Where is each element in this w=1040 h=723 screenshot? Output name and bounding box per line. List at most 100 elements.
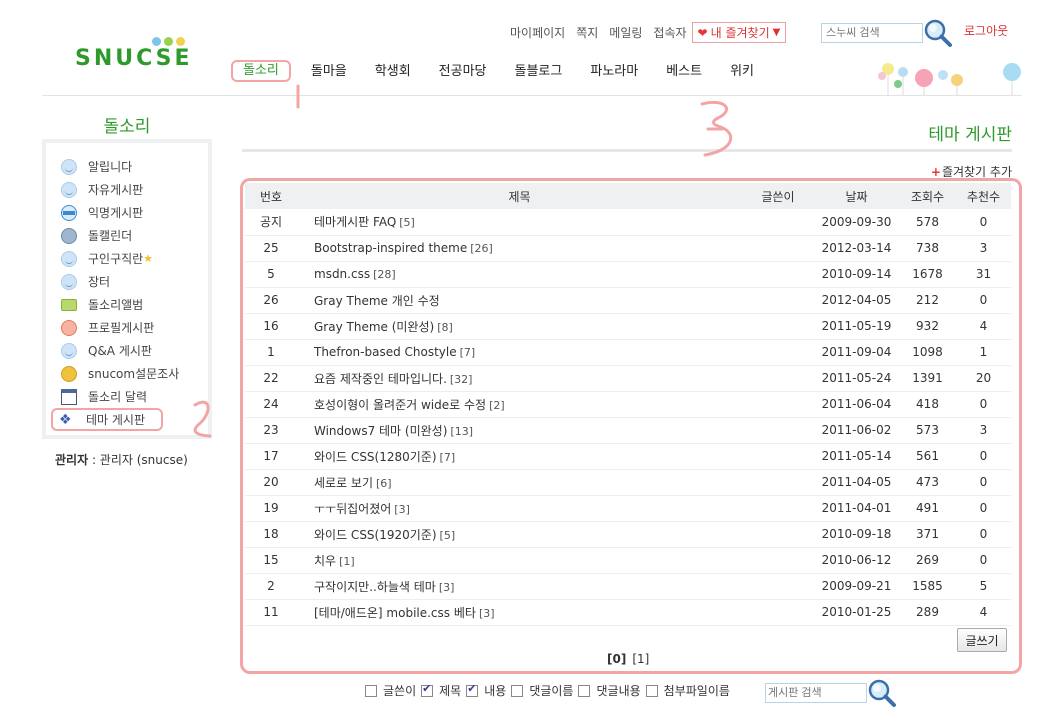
- mailing-link[interactable]: 메일링: [609, 24, 642, 41]
- table-row[interactable]: 22 요즘 제작중인 테마입니다. [32] 2011-05-24 1391 20: [245, 365, 1011, 392]
- post-title-cell[interactable]: 테마게시판 FAQ [5]: [297, 209, 742, 236]
- post-title-cell[interactable]: 와이드 CSS(1920기준) [5]: [297, 521, 742, 548]
- post-title-cell[interactable]: 구작이지만..하늘색 테마 [3]: [297, 573, 742, 600]
- nav-student-council[interactable]: 학생회: [361, 62, 425, 82]
- post-author[interactable]: [742, 391, 814, 418]
- post-title-cell[interactable]: 호성이형이 올려준거 wide로 수정 [2]: [297, 391, 742, 418]
- post-title-cell[interactable]: Gray Theme (미완성) [8]: [297, 313, 742, 340]
- table-row[interactable]: 1 Thefron-based Chostyle [7] 2011-09-04 1098…: [245, 339, 1011, 366]
- message-link[interactable]: 쪽지: [576, 24, 598, 41]
- online-users-link[interactable]: 접속자: [653, 24, 686, 41]
- post-author[interactable]: [742, 235, 814, 262]
- nav-wiki[interactable]: 위키: [716, 62, 768, 82]
- table-row[interactable]: 공지 테마게시판 FAQ [5] 2009-09-30 578 0: [245, 209, 1011, 236]
- sidebar-item-dolsori-calendar[interactable]: 돌소리 달력: [61, 385, 208, 408]
- post-author[interactable]: [742, 521, 814, 548]
- mypage-link[interactable]: 마이페이지: [510, 24, 565, 41]
- post-title-cell[interactable]: 세로로 보기 [6]: [297, 469, 742, 496]
- post-title-cell[interactable]: ㅜㅜ뒤집어졌어 [3]: [297, 495, 742, 522]
- site-search-input[interactable]: [821, 23, 923, 43]
- nav-major[interactable]: 전공마당: [425, 62, 501, 82]
- post-title-cell[interactable]: 요즘 제작중인 테마입니다. [32]: [297, 365, 742, 392]
- nav-blog[interactable]: 돌블로그: [501, 62, 577, 82]
- table-row[interactable]: 19 ㅜㅜ뒤집어졌어 [3] 2011-04-01 491 0: [245, 495, 1011, 522]
- post-author[interactable]: [742, 339, 814, 366]
- table-row[interactable]: 24 호성이형이 올려준거 wide로 수정 [2] 2011-06-04 418 0: [245, 391, 1011, 418]
- table-row[interactable]: 25 Bootstrap-inspired theme [26] 2012-03-14…: [245, 235, 1011, 262]
- search-icon[interactable]: [867, 678, 897, 708]
- post-title-cell[interactable]: Gray Theme 개인 수정: [297, 287, 742, 314]
- sidebar-item-notice[interactable]: 알립니다: [61, 155, 208, 178]
- sidebar-item-survey[interactable]: snucom설문조사: [61, 362, 208, 385]
- post-title[interactable]: 세로로 보기: [314, 476, 373, 490]
- sidebar-item-anonymous-board[interactable]: 익명게시판: [61, 201, 208, 224]
- post-author[interactable]: [742, 261, 814, 288]
- page-current[interactable]: [0]: [607, 652, 626, 666]
- post-title[interactable]: 치우: [314, 554, 336, 568]
- search-option-checkbox[interactable]: [365, 684, 377, 697]
- post-title[interactable]: 와이드 CSS(1280기준): [314, 450, 437, 464]
- table-row[interactable]: 20 세로로 보기 [6] 2011-04-05 473 0: [245, 469, 1011, 496]
- sidebar-item-calendar[interactable]: 돌캘린더: [61, 224, 208, 247]
- table-row[interactable]: 16 Gray Theme (미완성) [8] 2011-05-19 932 4: [245, 313, 1011, 340]
- post-title[interactable]: [테마/애드온] mobile.css 베타: [314, 606, 476, 620]
- post-title-cell[interactable]: Windows7 테마 (미완성) [13]: [297, 417, 742, 444]
- favorites-dropdown[interactable]: ❤ 내 즐겨찾기 ▼: [691, 22, 787, 43]
- post-title-cell[interactable]: [테마/애드온] mobile.css 베타 [3]: [297, 599, 742, 626]
- post-title[interactable]: 와이드 CSS(1920기준): [314, 528, 437, 542]
- sidebar-item-qna[interactable]: Q&A 게시판: [61, 339, 208, 362]
- table-row[interactable]: 18 와이드 CSS(1920기준) [5] 2010-09-18 371 0: [245, 521, 1011, 548]
- sidebar-item-market[interactable]: 장터: [61, 270, 208, 293]
- post-title[interactable]: 호성이형이 올려준거 wide로 수정: [314, 398, 486, 412]
- search-icon[interactable]: [923, 18, 953, 48]
- post-author[interactable]: [742, 313, 814, 340]
- post-author[interactable]: [742, 443, 814, 470]
- search-option-checkbox[interactable]: [578, 684, 591, 697]
- table-row[interactable]: 5 msdn.css [28] 2010-09-14 1678 31: [245, 261, 1011, 288]
- post-title-cell[interactable]: 와이드 CSS(1280기준) [7]: [297, 443, 742, 470]
- sidebar-item-free-board[interactable]: 자유게시판: [61, 178, 208, 201]
- post-title[interactable]: Thefron-based Chostyle: [314, 345, 457, 359]
- post-title[interactable]: Gray Theme 개인 수정: [314, 294, 440, 308]
- post-title[interactable]: 요즘 제작중인 테마입니다.: [314, 372, 447, 386]
- sidebar-item-album[interactable]: 돌소리앨범: [61, 293, 208, 316]
- nav-best[interactable]: 베스트: [652, 62, 716, 82]
- nav-panorama[interactable]: 파노라마: [576, 62, 652, 82]
- post-author[interactable]: [742, 547, 814, 574]
- post-author[interactable]: [742, 599, 814, 626]
- logout-link[interactable]: 로그아웃: [964, 22, 1008, 39]
- post-author[interactable]: [742, 209, 814, 236]
- write-button[interactable]: 글쓰기: [957, 628, 1007, 652]
- post-title[interactable]: msdn.css: [314, 267, 370, 281]
- site-logo[interactable]: SNUCSE: [75, 46, 193, 71]
- post-title[interactable]: 구작이지만..하늘색 테마: [314, 580, 436, 594]
- search-option-checkbox[interactable]: [421, 682, 434, 697]
- sidebar-item-jobs[interactable]: 구인구직란 ★: [61, 247, 208, 270]
- post-title-cell[interactable]: 치우 [1]: [297, 547, 742, 574]
- post-author[interactable]: [742, 495, 814, 522]
- table-row[interactable]: 26 Gray Theme 개인 수정 2012-04-05 212 0: [245, 287, 1011, 314]
- post-author[interactable]: [742, 365, 814, 392]
- search-option-checkbox[interactable]: [645, 684, 658, 697]
- post-title[interactable]: ㅜㅜ뒤집어졌어: [314, 502, 391, 516]
- nav-dolmaeul[interactable]: 돌마을: [297, 62, 361, 82]
- search-option-checkbox[interactable]: [511, 684, 524, 697]
- post-title-cell[interactable]: msdn.css [28]: [297, 261, 742, 288]
- post-title[interactable]: Bootstrap-inspired theme: [314, 241, 467, 255]
- post-author[interactable]: [742, 573, 814, 600]
- post-title-cell[interactable]: Thefron-based Chostyle [7]: [297, 339, 742, 366]
- post-title-cell[interactable]: Bootstrap-inspired theme [26]: [297, 235, 742, 262]
- table-row[interactable]: 11 [테마/애드온] mobile.css 베타 [3] 2010-01-25 289…: [245, 599, 1011, 626]
- post-title[interactable]: 테마게시판 FAQ: [314, 215, 396, 229]
- table-row[interactable]: 17 와이드 CSS(1280기준) [7] 2011-05-14 561 0: [245, 443, 1011, 470]
- board-search-input[interactable]: [765, 683, 867, 703]
- page-next[interactable]: [1]: [632, 652, 649, 666]
- sidebar-item-theme-board[interactable]: ❖ 테마 게시판: [51, 408, 208, 431]
- post-title[interactable]: Gray Theme (미완성): [314, 320, 434, 334]
- nav-dolsori[interactable]: 돌소리: [231, 60, 291, 82]
- table-row[interactable]: 15 치우 [1] 2010-06-12 269 0: [245, 547, 1011, 574]
- table-row[interactable]: 23 Windows7 테마 (미완성) [13] 2011-06-02 573 3: [245, 417, 1011, 444]
- post-author[interactable]: [742, 417, 814, 444]
- search-option-checkbox[interactable]: [466, 682, 479, 697]
- post-title[interactable]: Windows7 테마 (미완성): [314, 424, 447, 438]
